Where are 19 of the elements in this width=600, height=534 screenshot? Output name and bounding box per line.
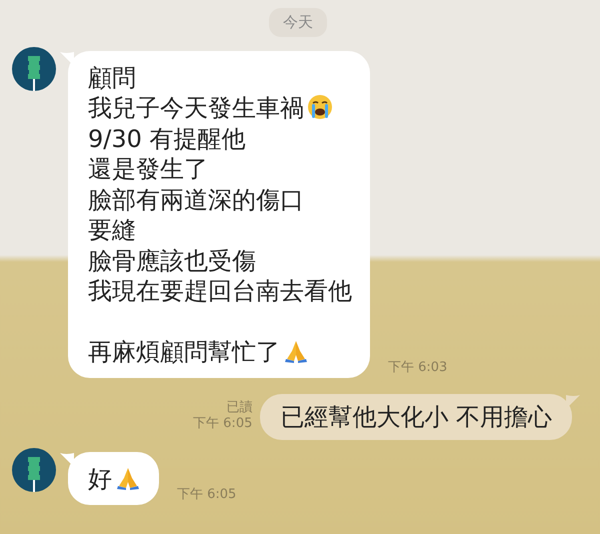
message-text: 顧問 — [88, 62, 137, 93]
message-text: 9/30 有提醒他 — [88, 124, 247, 154]
avatar-icon — [12, 448, 56, 492]
date-divider: 今天 — [269, 8, 327, 36]
message-text: 好 — [88, 464, 141, 494]
timestamp: 下午 6:05 — [193, 416, 252, 432]
message-text: 已經幫他大化小 不用擔心 — [280, 402, 552, 432]
message-text: 我兒子今天發生車禍 — [88, 93, 352, 124]
message-text: 還是發生了 — [88, 154, 209, 184]
message-text: 要縫 — [88, 215, 137, 246]
read-receipt: 已讀 — [225, 400, 252, 416]
message-text: 臉骨應該也受傷 — [88, 246, 257, 276]
message-text: 再麻煩顧問幫忙了 — [88, 337, 352, 368]
message-text: 臉部有兩道深的傷口 — [88, 184, 305, 215]
message-text: 我現在要趕回台南去看他 — [88, 276, 352, 306]
crying-face-icon — [307, 94, 333, 120]
avatar-icon — [12, 46, 56, 90]
timestamp: 下午 6:03 — [388, 360, 448, 376]
timestamp: 下午 6:05 — [177, 486, 236, 502]
